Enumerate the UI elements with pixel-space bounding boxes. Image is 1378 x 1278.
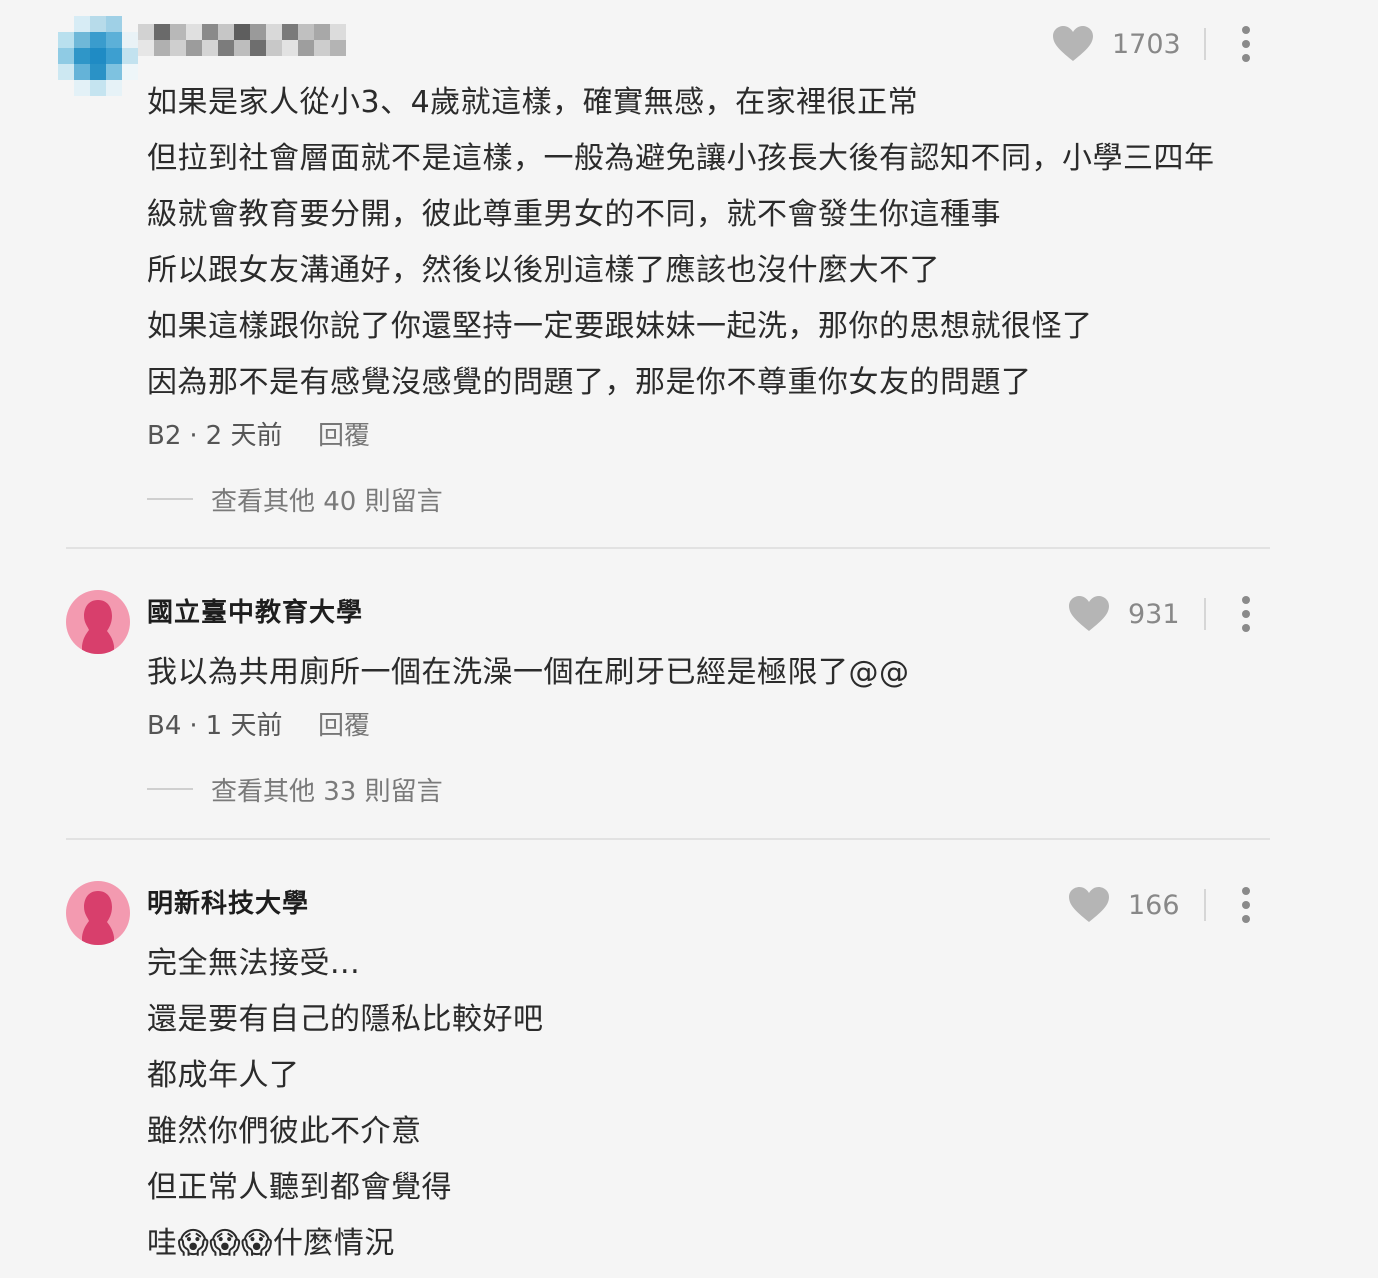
more-vertical-icon[interactable] [1238, 596, 1254, 632]
divider-vertical [1204, 889, 1206, 921]
like-button[interactable]: 166 [1068, 885, 1190, 925]
avatar[interactable] [66, 590, 130, 654]
female-silhouette-icon [82, 891, 114, 945]
view-more-replies-label: 查看其他 40 則留言 [211, 486, 443, 517]
comment-text-line: 如果這樣跟你說了你還堅持一定要跟妹妹一起洗，那你的思想就很怪了 [147, 309, 1093, 344]
heart-icon [1068, 595, 1110, 633]
heart-icon [1052, 25, 1094, 63]
timestamp: 1 天前 [205, 711, 283, 741]
like-count: 166 [1128, 889, 1180, 921]
like-button[interactable]: 1703 [1052, 24, 1181, 64]
comment-text-line: 因為那不是有感覺沒感覺的問題了，那是你不尊重你女友的問題了 [147, 365, 1032, 400]
comment-text-line: 完全無法接受... [147, 946, 361, 981]
avatar[interactable] [66, 881, 130, 945]
comment-meta: B2 · 2 天前 [147, 421, 283, 451]
more-vertical-icon[interactable] [1238, 887, 1254, 923]
comment-feed: 1703 如果是家人從小3、4歲就這樣，確實無感，在家裡很正常 但拉到社會層面就… [0, 0, 1378, 1278]
comment-text-line: 還是要有自己的隱私比較好吧 [147, 1002, 544, 1037]
comment-text-line: 我以為共用廁所一個在洗澡一個在刷牙已經是極限了@@ [147, 655, 910, 690]
female-silhouette-icon [82, 600, 114, 654]
like-count: 931 [1128, 598, 1180, 630]
like-button[interactable]: 931 [1068, 594, 1190, 634]
comment-text-line: 級就會教育要分開，彼此尊重男女的不同，就不會發生你這種事 [147, 197, 1001, 232]
view-more-replies[interactable]: 查看其他 40 則留言 [147, 484, 443, 517]
comment-text-line: 如果是家人從小3、4歲就這樣，確實無感，在家裡很正常 [147, 85, 919, 120]
reply-button[interactable]: 回覆 [318, 705, 370, 742]
comment-text-line: 所以跟女友溝通好，然後以後別這樣了應該也沒什麼大不了 [147, 253, 940, 288]
comment-meta: B4 · 1 天前 [147, 711, 283, 741]
author-name[interactable]: 國立臺中教育大學 [147, 592, 363, 629]
comment-divider [66, 547, 1270, 549]
divider-vertical [1204, 598, 1206, 630]
reply-button[interactable]: 回覆 [318, 415, 370, 452]
view-more-replies-label: 查看其他 33 則留言 [211, 776, 443, 807]
floor-label: B4 [147, 711, 182, 741]
divider-vertical [1204, 28, 1206, 60]
author-name-blurred[interactable] [138, 24, 346, 56]
author-name[interactable]: 明新科技大學 [147, 883, 309, 920]
floor-label: B2 [147, 421, 182, 451]
comment-divider [66, 838, 1270, 840]
comment-text-line: 但正常人聽到都會覺得 [147, 1170, 452, 1205]
avatar-blurred[interactable] [58, 16, 138, 96]
view-more-replies[interactable]: 查看其他 33 則留言 [147, 774, 443, 807]
comment-text-line: 都成年人了 [147, 1058, 300, 1093]
timestamp: 2 天前 [205, 421, 283, 451]
like-count: 1703 [1112, 28, 1181, 60]
comment-text-line: 但拉到社會層面就不是這樣，一般為避免讓小孩長大後有認知不同，小學三四年 [147, 141, 1215, 176]
more-vertical-icon[interactable] [1238, 26, 1254, 62]
heart-icon [1068, 886, 1110, 924]
comment-text-line: 雖然你們彼此不介意 [147, 1114, 422, 1149]
comment-text-line: 哇😱😱😱什麼情況 [147, 1226, 395, 1261]
